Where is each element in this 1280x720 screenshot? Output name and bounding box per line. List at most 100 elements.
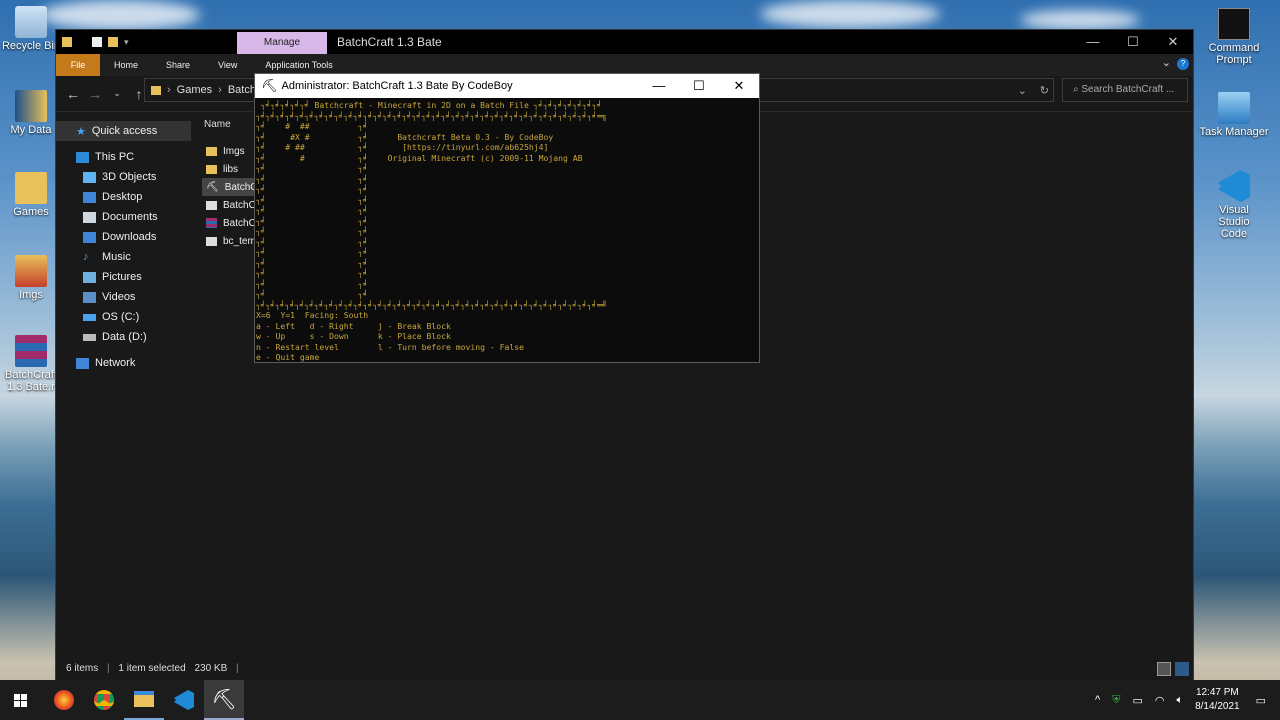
- desktop-icon-label: Command Prompt: [1208, 42, 1260, 66]
- details-view-icon[interactable]: [1157, 662, 1171, 676]
- console-output[interactable]: ┐╛┐╛┐╛┐╛┐╛ Batchcraft - Minecraft in 2D …: [255, 98, 759, 363]
- notifications-icon[interactable]: ▭: [1256, 694, 1266, 707]
- computer-icon: [76, 151, 89, 163]
- desktop-icon-task-manager[interactable]: Task Manager: [1199, 92, 1269, 138]
- file-item[interactable]: ⛏ BatchC: [202, 178, 262, 196]
- nav-music[interactable]: ♪ Music: [56, 247, 191, 267]
- download-icon: [83, 231, 96, 243]
- nav-label: Documents: [102, 211, 158, 223]
- nav-videos[interactable]: Videos: [56, 287, 191, 307]
- tab-view[interactable]: View: [204, 54, 251, 76]
- desktop-icon-vscode[interactable]: Visual Studio Code: [1199, 170, 1269, 240]
- clock[interactable]: 12:47 PM 8/14/2021: [1195, 686, 1240, 714]
- chevron-right-icon: ›: [167, 84, 171, 96]
- nav-quick-access[interactable]: ★ Quick access: [56, 121, 191, 141]
- music-note-icon: ♪: [83, 251, 89, 263]
- videos-icon: [83, 291, 96, 303]
- file-item[interactable]: BatchC: [206, 196, 256, 214]
- file-name: BatchC: [223, 199, 256, 211]
- taskbar-firefox[interactable]: [44, 680, 84, 720]
- batchcraft-icon: ⛏: [211, 688, 237, 711]
- explorer-titlebar[interactable]: ▾ Manage BatchCraft 1.3 Bate — ☐ ✕: [56, 30, 1193, 54]
- file-item[interactable]: BatchC: [206, 214, 256, 232]
- chevron-down-icon[interactable]: ⌄: [1162, 56, 1171, 69]
- recycle-bin-icon: [15, 6, 47, 38]
- desktop-icon-command-prompt[interactable]: Command Prompt: [1199, 8, 1269, 66]
- chevron-up-icon[interactable]: ^: [1095, 694, 1100, 706]
- volume-icon[interactable]: 🔈︎: [1176, 694, 1183, 707]
- file-name: bc_tem: [223, 235, 256, 247]
- file-item[interactable]: Imgs: [206, 142, 245, 160]
- minimize-button[interactable]: —: [639, 74, 679, 98]
- column-header-name[interactable]: Name: [204, 114, 231, 136]
- battery-icon[interactable]: ▭: [1132, 694, 1142, 707]
- windows-logo-icon: [13, 693, 27, 707]
- system-tray: ^ ⛨ ▭ ◠ 🔈︎ 12:47 PM 8/14/2021 ▭: [1095, 680, 1280, 720]
- nav-os-c[interactable]: OS (C:): [56, 307, 191, 327]
- tab-share[interactable]: Share: [152, 54, 204, 76]
- properties-icon[interactable]: [92, 37, 102, 47]
- chevron-down-icon[interactable]: ▾: [124, 37, 129, 48]
- desktop-icon-label: Task Manager: [1199, 126, 1269, 138]
- pictures-icon: [83, 271, 96, 283]
- large-icons-view-icon[interactable]: [1175, 662, 1189, 676]
- new-folder-icon[interactable]: [108, 37, 118, 47]
- wifi-icon[interactable]: ◠: [1155, 694, 1165, 707]
- nav-desktop[interactable]: Desktop: [56, 187, 191, 207]
- taskbar-chrome[interactable]: [84, 680, 124, 720]
- refresh-icon[interactable]: ↻: [1040, 84, 1049, 97]
- folder-icon: [206, 146, 217, 156]
- winrar-archive-icon: [206, 218, 217, 228]
- console-window[interactable]: ⛏ Administrator: BatchCraft 1.3 Bate By …: [254, 73, 760, 363]
- folder-icon: [206, 164, 217, 174]
- nav-documents[interactable]: Documents: [56, 207, 191, 227]
- search-icon: ⌕: [1073, 84, 1079, 95]
- file-item[interactable]: bc_tem: [206, 232, 256, 250]
- terminal-icon: [1218, 8, 1250, 40]
- nav-downloads[interactable]: Downloads: [56, 227, 191, 247]
- tab-file[interactable]: File: [56, 54, 100, 76]
- nav-3d-objects[interactable]: 3D Objects: [56, 167, 191, 187]
- nav-this-pc[interactable]: This PC: [56, 147, 191, 167]
- status-bar: 6 items | 1 item selected 230 KB |: [56, 658, 1193, 680]
- back-arrow-icon[interactable]: ←: [62, 86, 84, 102]
- status-item-count: 6 items: [66, 663, 99, 674]
- taskbar-batchcraft[interactable]: ⛏: [204, 680, 244, 720]
- security-shield-icon[interactable]: ⛨: [1112, 694, 1120, 707]
- nav-pictures[interactable]: Pictures: [56, 267, 191, 287]
- pickaxe-icon: ⛏: [206, 181, 219, 193]
- nav-label: Music: [102, 251, 131, 263]
- chevron-down-icon[interactable]: ⌄: [1018, 84, 1027, 97]
- search-placeholder: Search BatchCraft ...: [1081, 84, 1175, 95]
- chevron-right-icon: ›: [218, 84, 222, 96]
- file-name: Imgs: [223, 145, 245, 157]
- tab-home[interactable]: Home: [100, 54, 152, 76]
- nav-label: Desktop: [102, 191, 143, 203]
- close-button[interactable]: ✕: [719, 74, 759, 98]
- forward-arrow-icon[interactable]: →: [84, 86, 106, 102]
- nav-data-d[interactable]: Data (D:): [56, 327, 191, 347]
- console-titlebar[interactable]: ⛏ Administrator: BatchCraft 1.3 Bate By …: [255, 74, 759, 98]
- window-controls: — ☐ ✕: [639, 74, 759, 98]
- star-icon: ★: [76, 125, 86, 138]
- drive-icon: [83, 333, 96, 341]
- folder-icon[interactable]: [62, 37, 72, 47]
- help-icon[interactable]: ?: [1177, 58, 1189, 70]
- winrar-archive-icon: [15, 335, 47, 367]
- taskbar-vscode[interactable]: [164, 680, 204, 720]
- nav-network[interactable]: Network: [56, 353, 191, 373]
- minimize-button[interactable]: —: [1073, 30, 1113, 54]
- start-button[interactable]: [0, 680, 40, 720]
- close-button[interactable]: ✕: [1153, 30, 1193, 54]
- search-input[interactable]: ⌕ Search BatchCraft ...: [1062, 78, 1188, 102]
- quick-access-toolbar: ▾: [56, 37, 129, 48]
- recent-locations-icon[interactable]: ⌄: [106, 88, 128, 99]
- file-item[interactable]: libs: [206, 160, 238, 178]
- pickaxe-icon: ⛏: [261, 78, 278, 93]
- taskbar-file-explorer[interactable]: [124, 680, 164, 720]
- nav-label: Network: [95, 357, 136, 369]
- maximize-button[interactable]: ☐: [679, 74, 719, 98]
- maximize-button[interactable]: ☐: [1113, 30, 1153, 54]
- breadcrumb-games[interactable]: Games: [177, 84, 212, 96]
- manage-context-tab[interactable]: Manage: [237, 32, 327, 54]
